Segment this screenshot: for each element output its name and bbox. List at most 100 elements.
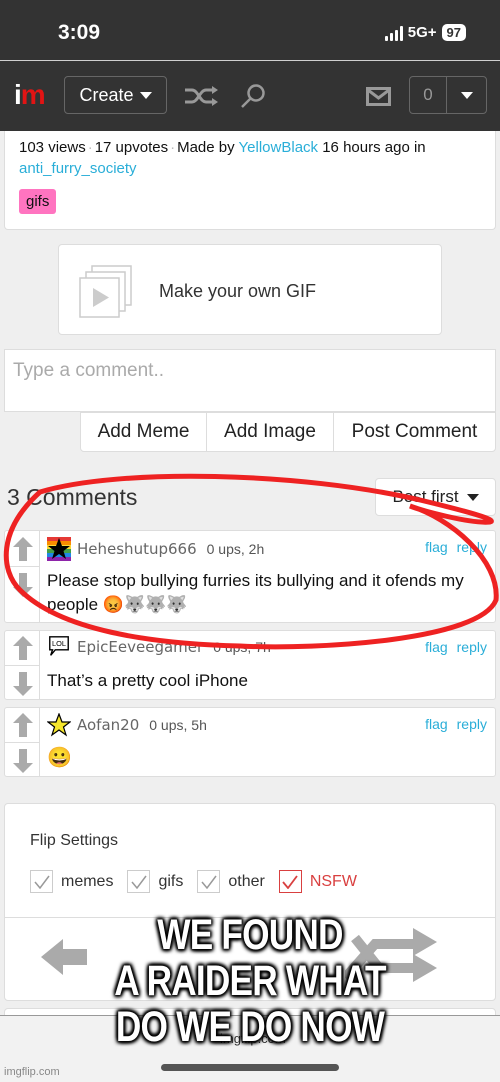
comment-header: LOL EpicEeveegamer 0 ups, 7h [47, 635, 271, 659]
user-menu-button[interactable] [447, 77, 486, 113]
rainbow-star-avatar-icon[interactable] [47, 537, 71, 561]
logo-letter-m: m [20, 79, 46, 110]
gif-stack-icon [79, 265, 132, 318]
comment-links: flag reply [425, 639, 487, 655]
notification-count[interactable]: 0 [410, 77, 447, 113]
reply-link[interactable]: reply [457, 639, 487, 655]
post-comment-button[interactable]: Post Comment [334, 413, 495, 451]
lol-speech-bubble-avatar-icon[interactable]: LOL [47, 635, 71, 659]
caret-down-icon [466, 493, 479, 501]
comment-text: That’s a pretty cool iPhone [47, 671, 248, 690]
battery-icon: 97 [441, 24, 466, 41]
comment-username[interactable]: Aofan20 [77, 716, 139, 734]
comment-meta: 0 ups, 7h [213, 639, 271, 655]
caret-down-icon [139, 91, 152, 99]
comment-item: LOL EpicEeveegamer 0 ups, 7h flag reply … [4, 630, 496, 700]
mail-icon[interactable] [366, 87, 391, 106]
flag-link[interactable]: flag [425, 639, 448, 655]
comment-header: Heheshutup666 0 ups, 2h [47, 537, 264, 561]
search-icon[interactable] [240, 83, 266, 109]
downvote-button[interactable] [5, 666, 40, 701]
comment-username[interactable]: EpicEeveegamer [77, 638, 203, 656]
gifs-label: gifs [158, 872, 184, 890]
view-count: 103 views [19, 139, 86, 156]
memes-label: memes [61, 872, 114, 890]
nsfw-label: NSFW [309, 872, 357, 890]
network-type: 5G+ [407, 24, 437, 41]
arrow-down-icon [12, 671, 33, 696]
nsfw-checkbox[interactable] [278, 870, 302, 893]
home-indicator[interactable] [161, 1064, 339, 1071]
arrow-down-icon [12, 748, 33, 773]
vote-column [5, 631, 40, 699]
separator: · [87, 139, 93, 156]
vote-column [5, 708, 40, 776]
separator: · [170, 139, 176, 156]
sort-dropdown[interactable]: Best first [375, 478, 496, 516]
tag-badge[interactable]: gifs [19, 189, 57, 214]
flip-settings-title: Flip Settings [30, 832, 119, 849]
imgflip-watermark: imgflip.com [4, 1066, 60, 1078]
add-meme-button[interactable]: Add Meme [81, 413, 207, 451]
post-meta-card: 103 views · 17 upvotes · Made by YellowBlack… [4, 131, 496, 230]
upvote-count: 17 upvotes [94, 139, 169, 156]
author-link[interactable]: YellowBlack [239, 139, 319, 156]
imgflip-logo[interactable]: im [14, 79, 46, 110]
status-indicators: 5G+ 97 [384, 24, 466, 41]
memes-checkbox[interactable] [30, 870, 53, 893]
make-gif-label: Make your own GIF [159, 281, 317, 301]
downvote-button[interactable] [5, 567, 40, 603]
comment-username[interactable]: Heheshutup666 [77, 540, 197, 558]
upvote-button[interactable] [5, 631, 40, 666]
flag-link[interactable]: flag [425, 539, 448, 555]
comment-text: 😀 [47, 747, 72, 769]
comments-count-heading: 3 Comments [7, 484, 138, 510]
status-bar: 3:09 5G+ 97 [0, 0, 500, 60]
post-meta: 103 views · 17 upvotes · Made by YellowBlack… [19, 137, 489, 179]
stream-link[interactable]: anti_furry_society [19, 160, 137, 177]
status-time: 3:09 [58, 21, 101, 44]
caption-line-3: DO WE DO NOW [115, 1003, 385, 1051]
reply-link[interactable]: reply [457, 539, 487, 555]
top-navbar: im Create 0 [0, 61, 500, 131]
sort-label: Best first [392, 487, 459, 506]
flag-link[interactable]: flag [425, 716, 448, 732]
reply-link[interactable]: reply [457, 716, 487, 732]
caption-line-2: A RAIDER WHAT [114, 957, 386, 1005]
notifications-widget[interactable]: 0 [409, 76, 487, 114]
make-gif-button[interactable]: Make your own GIF [58, 244, 442, 335]
comment-links: flag reply [425, 539, 487, 555]
checkmark-icon [131, 875, 147, 889]
upvote-button[interactable] [5, 531, 40, 567]
comment-item: Heheshutup666 0 ups, 2h flag reply Pleas… [4, 530, 496, 623]
checkmark-icon [282, 874, 299, 889]
comment-header: Aofan20 0 ups, 5h [47, 713, 207, 737]
add-image-button[interactable]: Add Image [207, 413, 334, 451]
comment-input[interactable] [4, 349, 496, 412]
create-label: Create [79, 84, 134, 105]
arrow-up-icon [12, 713, 33, 737]
meme-caption: WE FOUND A RAIDER WHAT DO WE DO NOW [45, 912, 455, 1050]
arrow-up-icon [12, 636, 33, 660]
flip-options: memes gifs other NSFW [30, 870, 363, 893]
other-checkbox[interactable] [197, 870, 221, 893]
comment-text: Please stop bullying furries its bullyin… [47, 571, 464, 614]
caption-line-1: WE FOUND [157, 911, 343, 959]
checkmark-icon [33, 875, 50, 889]
made-by-label: Made by [177, 139, 235, 156]
create-button[interactable]: Create [64, 76, 167, 114]
upvote-button[interactable] [5, 708, 40, 743]
comment-actions: Add Meme Add Image Post Comment [80, 412, 496, 452]
comment-item: Aofan20 0 ups, 5h flag reply 😀 [4, 707, 496, 777]
chevron-down-icon [460, 91, 473, 99]
checkmark-icon [201, 875, 217, 889]
arrow-up-icon [12, 536, 33, 561]
downvote-button[interactable] [5, 743, 40, 778]
shuffle-icon[interactable] [184, 86, 218, 106]
other-label: other [228, 872, 265, 890]
gifs-checkbox[interactable] [127, 870, 151, 893]
yellow-star-avatar-icon[interactable] [47, 713, 71, 737]
vote-column [5, 531, 40, 622]
comment-links: flag reply [425, 716, 487, 732]
signal-icon [384, 25, 403, 41]
